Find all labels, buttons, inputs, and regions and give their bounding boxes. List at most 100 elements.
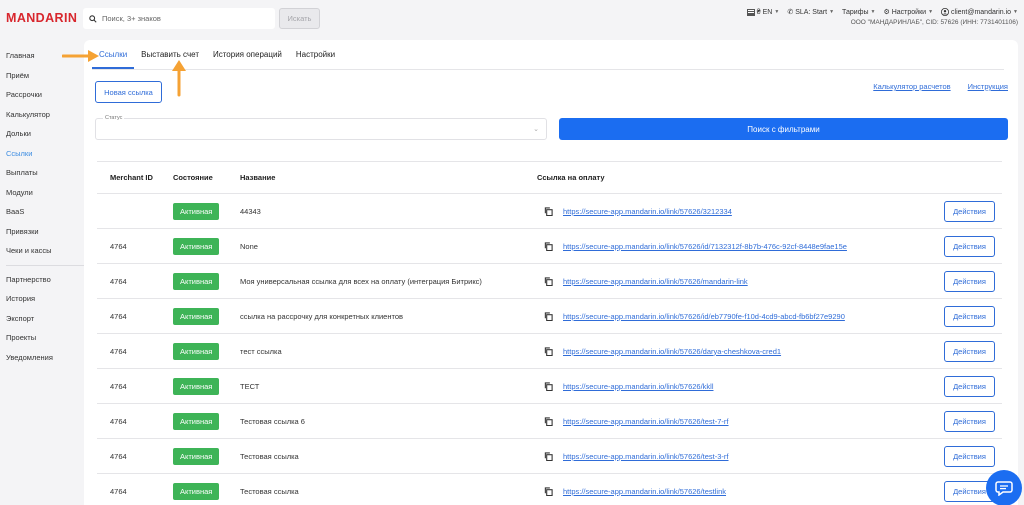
header-pay-link: Ссылка на оплату (537, 173, 605, 182)
sidebar-item-bindings[interactable]: Привязки (0, 222, 84, 242)
pay-link[interactable]: https://secure-app.mandarin.io/link/5762… (563, 347, 781, 356)
cell-merchant-id: 4764 (110, 486, 127, 496)
cell-name: ссылка на рассрочку для конкретных клиен… (240, 311, 403, 321)
sidebar-item-projects[interactable]: Проекты (0, 328, 84, 348)
search-box[interactable] (83, 8, 275, 29)
sidebar-item-baas[interactable]: BaaS (0, 202, 84, 222)
copy-icon[interactable] (544, 381, 553, 391)
actions-button[interactable]: Действия (944, 270, 995, 292)
pay-link[interactable]: https://secure-app.mandarin.io/link/5762… (563, 207, 732, 216)
copy-icon[interactable] (544, 486, 553, 496)
sidebar-item-export[interactable]: Экспорт (0, 309, 84, 329)
cell-name: ТЕСТ (240, 381, 260, 391)
pay-link[interactable]: https://secure-app.mandarin.io/link/5762… (563, 452, 729, 461)
pay-link[interactable]: https://secure-app.mandarin.io/link/5762… (563, 382, 714, 391)
actions-button[interactable]: Действия (944, 375, 995, 397)
chat-button[interactable] (986, 470, 1022, 505)
sidebar-item-partnership[interactable]: Партнерство (0, 270, 84, 290)
table-row: 4764 Активная тест ссылка https://secure-ap… (97, 334, 1002, 369)
filter-search-button[interactable]: Поиск с фильтрами (559, 118, 1008, 140)
tab-operations-history[interactable]: История операций (206, 42, 289, 69)
cell-name: Тестовая ссылка 6 (240, 416, 305, 426)
brand-logo[interactable]: MANDARIN (6, 11, 77, 25)
table-row: 4764 Активная ссылка на рассрочку для конк… (97, 299, 1002, 334)
search-button[interactable]: Искать (279, 8, 320, 29)
settings-menu[interactable]: ⚙ Настройки ▼ (883, 8, 933, 17)
cell-pay-link: https://secure-app.mandarin.io/link/5762… (537, 347, 927, 356)
tariffs-menu[interactable]: Тарифы ▼ (842, 9, 875, 16)
cell-pay-link: https://secure-app.mandarin.io/link/5762… (537, 382, 927, 391)
table-row: 4764 Активная Тестовая ссылка https://secur… (97, 474, 1002, 505)
status-badge: Активная (173, 307, 220, 325)
instruction-link[interactable]: Инструкция (968, 82, 1008, 91)
user-menu[interactable]: client@mandarin.io ▼ (941, 8, 1018, 16)
sidebar-item-modules[interactable]: Модули (0, 183, 84, 203)
sidebar-item-installments[interactable]: Рассрочки (0, 85, 84, 105)
status-badge: Активная (173, 377, 220, 395)
actions-button[interactable]: Действия (944, 410, 995, 432)
status-badge: Активная (173, 342, 220, 360)
chevron-down-icon: ▼ (829, 9, 835, 15)
status-badge: Активная (173, 237, 220, 255)
search-input[interactable] (102, 14, 272, 23)
cell-name: 44343 (240, 206, 261, 216)
arrow-annotation-up (172, 60, 186, 97)
sidebar-item-notifications[interactable]: Уведомления (0, 348, 84, 368)
pay-link[interactable]: https://secure-app.mandarin.io/link/5762… (563, 417, 729, 426)
sidebar-item-calculator[interactable]: Калькулятор (0, 105, 84, 125)
language-menu[interactable]: ₴ EN ▼ (746, 8, 780, 16)
copy-icon[interactable] (544, 346, 553, 356)
pay-link[interactable]: https://secure-app.mandarin.io/link/5762… (563, 312, 845, 321)
cell-state: Активная (160, 447, 240, 465)
sidebar-item-acquiring[interactable]: Приём (0, 66, 84, 86)
tabs: Ссылки Выставить счет История операций Н… (92, 42, 1004, 70)
tab-settings[interactable]: Настройки (289, 42, 342, 69)
status-select[interactable]: Статус ⌄ (95, 115, 547, 140)
pay-link[interactable]: https://secure-app.mandarin.io/link/5762… (563, 487, 726, 496)
cell-merchant-id: 4764 (110, 346, 127, 356)
new-link-button[interactable]: Новая ссылка (95, 81, 162, 103)
chevron-down-icon: ▼ (1013, 9, 1018, 15)
copy-icon[interactable] (544, 241, 553, 251)
copy-icon[interactable] (544, 416, 553, 426)
chevron-down-icon: ▼ (870, 9, 876, 15)
main-panel: Ссылки Выставить счет История операций Н… (84, 40, 1018, 505)
actions-button[interactable]: Действия (944, 235, 995, 257)
sla-label: SLA: Start (795, 8, 828, 16)
cell-actions: Действия (927, 340, 1002, 362)
actions-button[interactable]: Действия (944, 340, 995, 362)
cell-merchant-id: 4764 (110, 381, 127, 391)
links-table: Merchant ID Состояние Название Ссылка на… (97, 161, 1002, 505)
status-badge: Активная (173, 412, 220, 430)
pay-link[interactable]: https://secure-app.mandarin.io/link/5762… (563, 277, 748, 286)
cell-name: Тестовая ссылка (240, 451, 299, 461)
copy-icon[interactable] (544, 276, 553, 286)
cell-merchant-id: 4764 (110, 241, 127, 251)
sidebar-item-history[interactable]: История (0, 289, 84, 309)
settings-label: Настройки (891, 8, 927, 16)
actions-button[interactable]: Действия (944, 305, 995, 327)
copy-icon[interactable] (544, 451, 553, 461)
table-body: Активная 44343 https://secure-app.mandarin… (97, 194, 1002, 505)
copy-icon[interactable] (544, 206, 553, 216)
chevron-down-icon: ▼ (774, 9, 780, 15)
cell-state: Активная (160, 412, 240, 430)
actions-button[interactable]: Действия (944, 445, 995, 467)
help-links: Калькулятор расчетов Инструкция (873, 82, 1008, 91)
cell-pay-link: https://secure-app.mandarin.io/link/5762… (537, 417, 927, 426)
sidebar-item-receipts[interactable]: Чеки и кассы (0, 241, 84, 261)
table-row: 4764 Активная Тестовая ссылка https://secur… (97, 439, 1002, 474)
sidebar-item-links[interactable]: Ссылки (0, 144, 84, 164)
top-right-menu: ₴ EN ▼ ✆ SLA: Start ▼ Тарифы ▼ ⚙ Настрой… (746, 8, 1018, 17)
status-badge: Активная (173, 202, 220, 220)
calculator-link[interactable]: Калькулятор расчетов (873, 82, 950, 91)
sidebar-item-payouts[interactable]: Выплаты (0, 163, 84, 183)
actions-button[interactable]: Действия (944, 200, 995, 222)
sidebar-item-shares[interactable]: Дольки (0, 124, 84, 144)
sla-menu[interactable]: ✆ SLA: Start ▼ (787, 8, 835, 17)
pay-link[interactable]: https://secure-app.mandarin.io/link/5762… (563, 242, 847, 251)
copy-icon[interactable] (544, 311, 553, 321)
cell-pay-link: https://secure-app.mandarin.io/link/5762… (537, 487, 927, 496)
header-name: Название (240, 173, 276, 182)
table-row: 4764 Активная None https://secure-app.manda… (97, 229, 1002, 264)
